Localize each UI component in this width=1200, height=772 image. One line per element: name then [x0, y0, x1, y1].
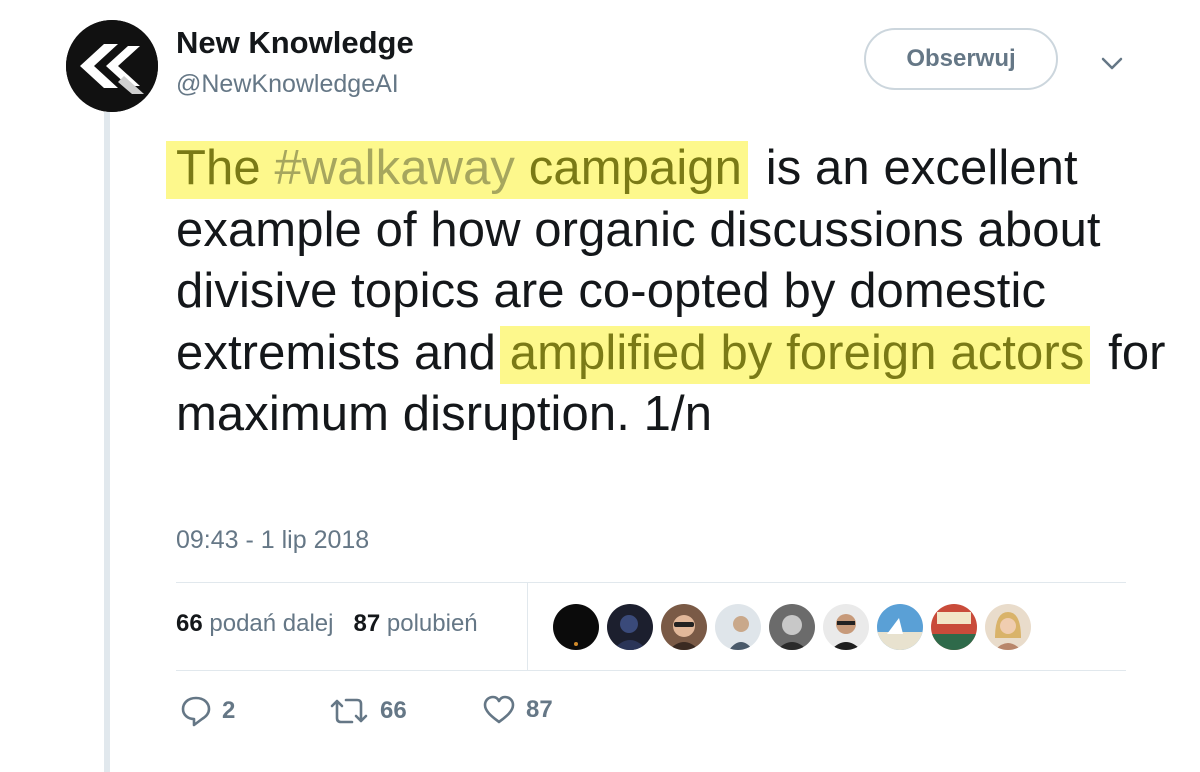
liker-avatar[interactable] — [930, 603, 978, 651]
tweet-timestamp[interactable]: 09:43 - 1 lip 2018 — [176, 526, 369, 555]
hashtag-link[interactable]: #walkaway — [274, 141, 515, 195]
likes-stat[interactable]: 87 polubień — [354, 610, 478, 637]
retweet-count: 66 — [380, 697, 407, 724]
retweets-count: 66 — [176, 610, 203, 637]
liker-avatar[interactable] — [714, 603, 762, 651]
liker-avatar[interactable] — [822, 603, 870, 651]
new-knowledge-logo — [66, 20, 158, 112]
liker-avatar[interactable] — [552, 603, 600, 651]
liker-avatar[interactable] — [660, 603, 708, 651]
chevron-down-icon[interactable] — [1098, 52, 1126, 74]
reply-button[interactable]: 2 — [180, 694, 235, 728]
reply-icon — [181, 696, 211, 727]
retweet-icon — [330, 698, 368, 724]
liker-avatar[interactable] — [606, 603, 654, 651]
liker-avatar[interactable] — [876, 603, 924, 651]
liker-avatar[interactable] — [768, 603, 816, 651]
tweet-stats: 66 podań dalej 87 polubień — [176, 610, 478, 638]
follow-button[interactable]: Obserwuj — [864, 28, 1058, 90]
divider-top — [176, 582, 1126, 583]
retweets-label: podań dalej — [209, 610, 334, 637]
highlight-2: amplified by foreign actors — [499, 325, 1091, 384]
retweets-stat[interactable]: 66 podań dalej — [176, 610, 334, 637]
reply-count: 2 — [222, 697, 236, 724]
likes-label: polubień — [386, 610, 478, 637]
author-avatar[interactable] — [66, 20, 158, 112]
highlight-1: The #walkaway campaign — [166, 141, 749, 199]
tweet-text: The #walkaway campaign is an excellent e… — [166, 138, 1176, 446]
likes-count: 87 — [353, 610, 381, 637]
liker-avatar[interactable] — [984, 603, 1032, 651]
author-name[interactable]: New Knowledge — [176, 25, 414, 61]
tweet-text-part: The — [176, 141, 275, 195]
like-count: 87 — [526, 696, 553, 723]
heart-icon — [483, 695, 515, 724]
retweet-button[interactable]: 66 — [328, 694, 407, 728]
thread-line — [104, 112, 110, 772]
like-button[interactable]: 87 — [482, 694, 553, 726]
stats-divider — [527, 583, 528, 671]
divider-bottom — [176, 670, 1126, 671]
author-handle[interactable]: @NewKnowledgeAI — [176, 70, 399, 99]
tweet-text-part: campaign — [515, 141, 743, 195]
